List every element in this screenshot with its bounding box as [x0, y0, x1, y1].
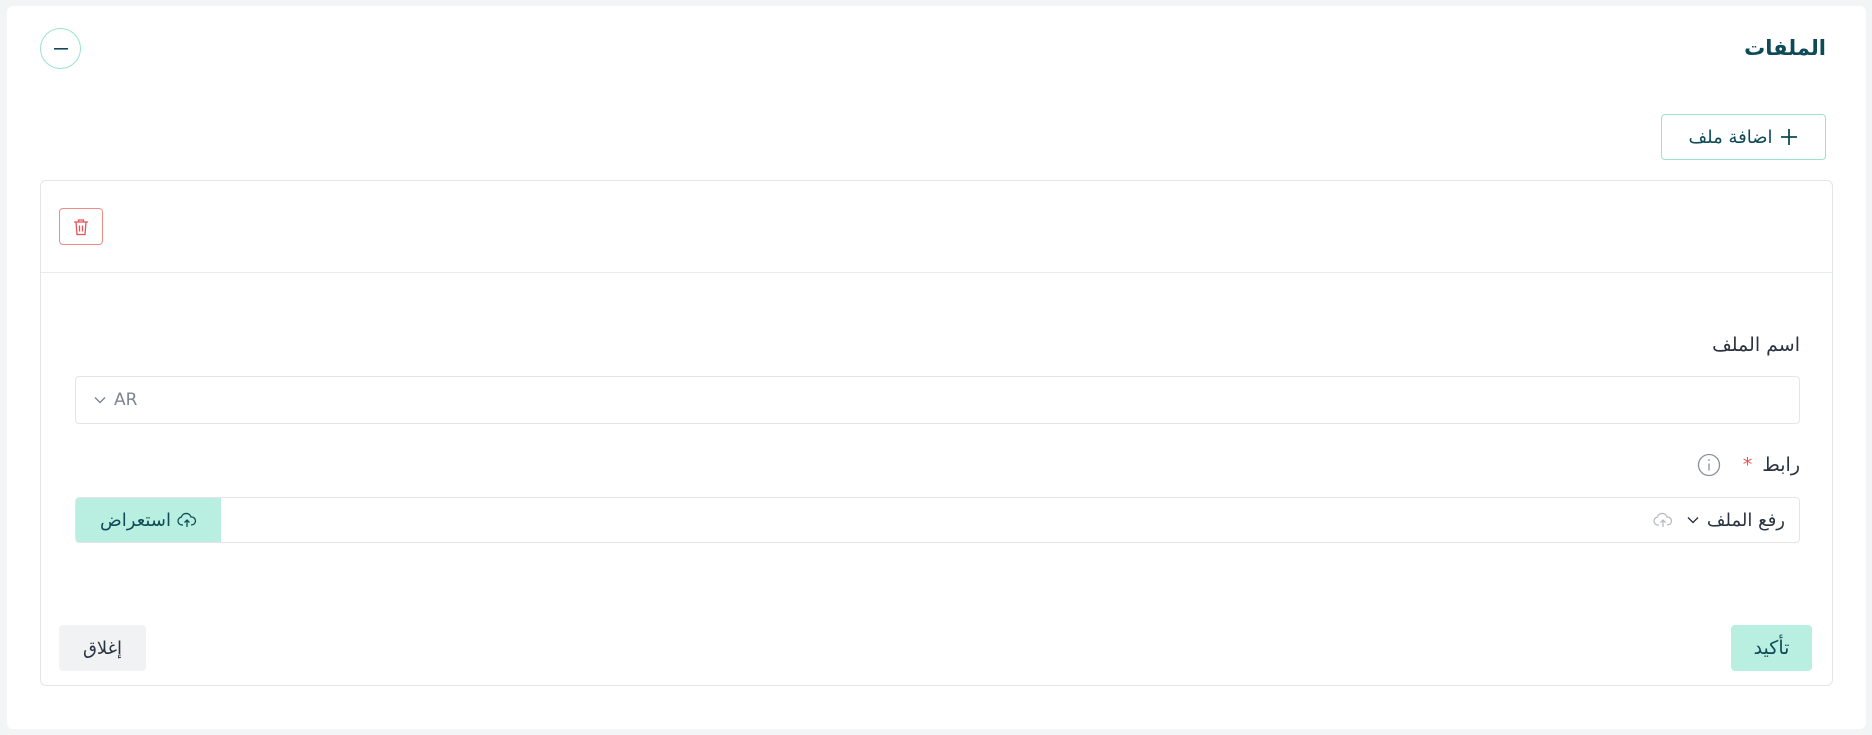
file-name-label: اسم الملف — [1712, 334, 1800, 356]
link-input[interactable]: رفع الملف — [221, 498, 1799, 542]
browse-label: استعراض — [100, 509, 171, 531]
info-icon[interactable] — [1697, 453, 1721, 477]
file-name-language-select[interactable]: AR — [75, 376, 1800, 424]
link-label: رابط * — [1697, 453, 1800, 477]
delete-file-button[interactable] — [59, 208, 103, 245]
upload-type-select[interactable]: رفع الملف — [1653, 498, 1785, 542]
section-title: الملفات — [1744, 36, 1826, 60]
trash-icon — [73, 218, 89, 236]
required-mark: * — [1742, 454, 1753, 476]
confirm-button[interactable]: تأكيد — [1731, 625, 1812, 671]
plus-icon — [1780, 128, 1798, 146]
link-field: استعراض رفع الملف — [75, 497, 1800, 543]
collapse-button[interactable] — [40, 28, 81, 69]
close-button[interactable]: إغلاق — [59, 625, 146, 671]
minus-icon — [53, 47, 68, 50]
upload-option: رفع الملف — [1706, 509, 1785, 531]
file-card-header — [41, 181, 1832, 273]
add-file-button[interactable]: اضافة ملف — [1661, 114, 1826, 160]
chevron-down-icon — [94, 396, 106, 404]
cloud-upload-icon — [177, 512, 197, 528]
add-file-label: اضافة ملف — [1688, 126, 1773, 148]
language-value: AR — [114, 390, 138, 410]
files-panel: الملفات اضافة ملف اسم الملف AR رابط * اس… — [7, 6, 1866, 729]
cloud-upload-icon — [1653, 512, 1673, 528]
file-card: اسم الملف AR رابط * استعراض رفع الملف تأ… — [40, 180, 1833, 686]
browse-button[interactable]: استعراض — [76, 498, 221, 542]
chevron-down-icon — [1687, 516, 1699, 524]
